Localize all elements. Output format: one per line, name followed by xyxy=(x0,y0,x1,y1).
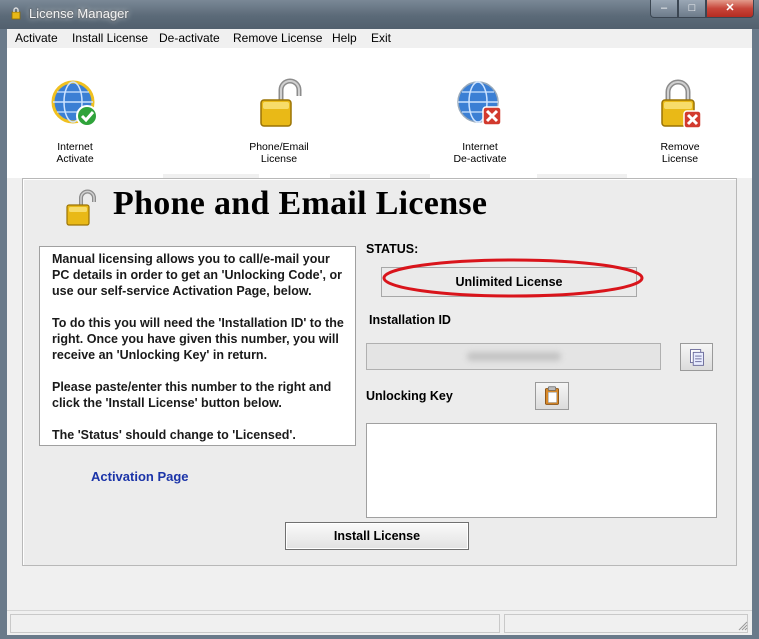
instructions-paragraph: To do this you will need the 'Installati… xyxy=(52,316,344,362)
window-frame-right xyxy=(752,29,759,639)
paste-clipboard-icon xyxy=(545,386,559,405)
app-icon xyxy=(11,7,21,20)
menu-remove-license[interactable]: Remove License xyxy=(233,31,322,45)
status-pane xyxy=(504,614,748,633)
installation-id-label: Installation ID xyxy=(369,313,451,327)
unlocking-key-label: Unlocking Key xyxy=(366,389,453,403)
window-frame-left xyxy=(0,29,7,639)
license-manager-window: License Manager – □ ✕ Activate Install L… xyxy=(0,0,759,639)
instructions-paragraph: Manual licensing allows you to call/e-ma… xyxy=(52,252,343,298)
toolbar-internet-activate[interactable]: Internet Activate xyxy=(25,78,125,165)
toolbar-remove-license[interactable]: Remove License xyxy=(630,78,730,165)
resize-grip-icon[interactable] xyxy=(738,621,748,631)
phone-email-license-panel: Phone and Email License Manual licensing… xyxy=(22,178,737,566)
minimize-button[interactable]: – xyxy=(650,0,678,18)
toolbar: Internet Activate Phone/Email License In… xyxy=(7,48,752,178)
activation-page-link[interactable]: Activation Page xyxy=(91,469,189,484)
copy-icon xyxy=(690,349,704,366)
padlock-open-icon xyxy=(66,189,96,226)
toolbar-phone-email-license[interactable]: Phone/Email License xyxy=(229,78,329,165)
instructions-paragraph: Please paste/enter this number to the ri… xyxy=(52,380,332,410)
toolbar-label: Internet Activate xyxy=(56,141,94,165)
menu-de-activate[interactable]: De-activate xyxy=(159,31,220,45)
toolbar-label: Internet De-activate xyxy=(453,141,507,165)
highlight-ellipse xyxy=(382,258,644,298)
page-title: Phone and Email License xyxy=(113,185,488,222)
toolbar-label: Remove License xyxy=(660,141,700,165)
globe-x-icon xyxy=(457,81,502,126)
copy-installation-id-button[interactable] xyxy=(680,343,713,371)
status-label: STATUS: xyxy=(366,242,419,256)
close-button[interactable]: ✕ xyxy=(706,0,754,18)
maximize-button[interactable]: □ xyxy=(678,0,706,18)
padlock-open-icon xyxy=(260,78,302,127)
menu-exit[interactable]: Exit xyxy=(371,31,391,45)
instructions-paragraph: The 'Status' should change to 'Licensed'… xyxy=(52,428,296,442)
window-title: License Manager xyxy=(29,6,129,21)
redacted-id xyxy=(467,352,561,361)
unlocking-key-input[interactable] xyxy=(366,423,717,518)
paste-unlocking-key-button[interactable] xyxy=(535,382,569,410)
status-pane xyxy=(10,614,500,633)
status-bar xyxy=(7,610,752,635)
title-bar[interactable]: License Manager – □ ✕ xyxy=(0,0,759,29)
menu-bar: Activate Install License De-activate Rem… xyxy=(7,29,752,49)
menu-activate[interactable]: Activate xyxy=(15,31,58,45)
instructions-box: Manual licensing allows you to call/e-ma… xyxy=(39,246,356,446)
menu-help[interactable]: Help xyxy=(332,31,357,45)
installation-id-field[interactable] xyxy=(366,343,661,370)
padlock-x-icon xyxy=(661,79,702,129)
toolbar-label: Phone/Email License xyxy=(249,141,309,165)
install-license-button[interactable]: Install License xyxy=(285,522,469,550)
toolbar-internet-deactivate[interactable]: Internet De-activate xyxy=(430,78,530,165)
menu-install-license[interactable]: Install License xyxy=(72,31,148,45)
globe-check-icon xyxy=(51,80,98,127)
